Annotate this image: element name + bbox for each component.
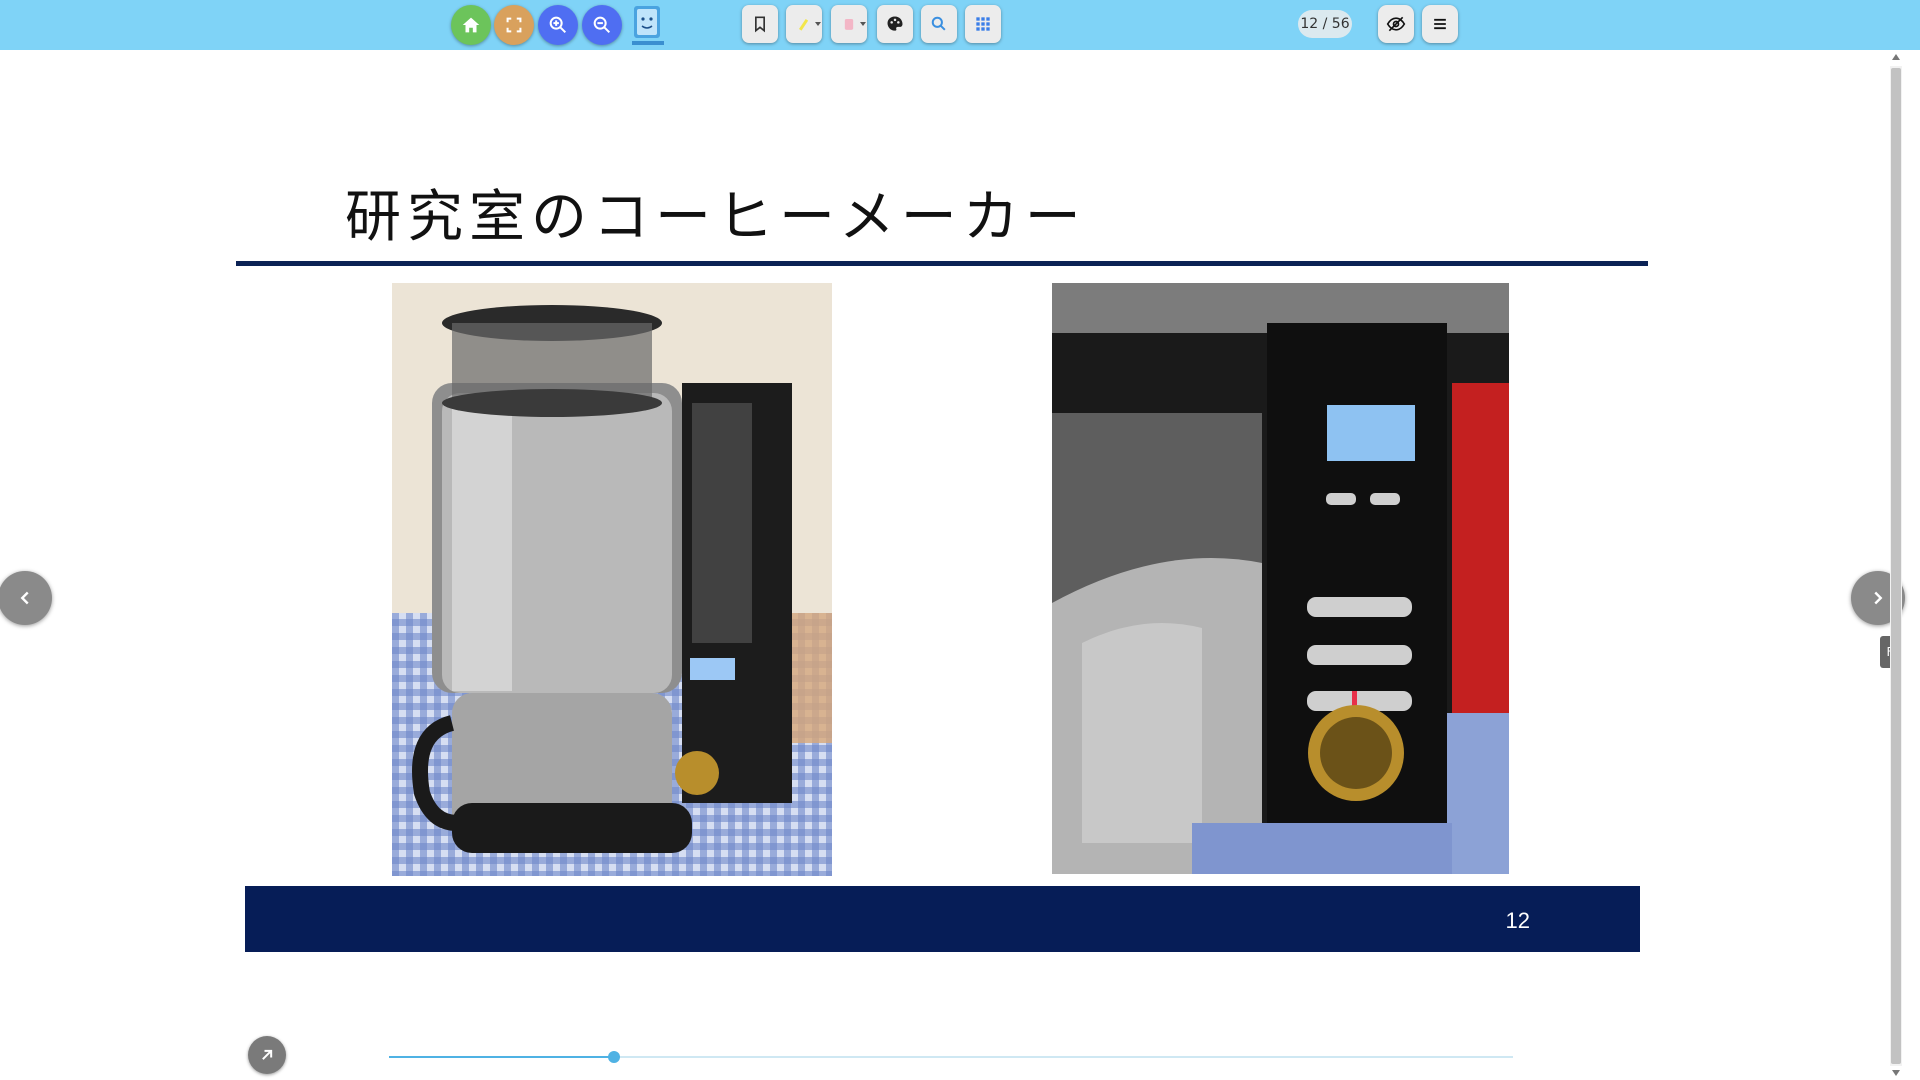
control-panel-photo-right	[1052, 283, 1509, 874]
zoom-in-icon	[549, 16, 567, 34]
eraser-button[interactable]	[831, 5, 867, 43]
home-button[interactable]	[451, 5, 491, 45]
zoom-out-button[interactable]	[582, 5, 622, 45]
title-underline	[236, 261, 1648, 266]
fullscreen-icon	[506, 17, 522, 33]
highlighter-dropdown-icon[interactable]	[815, 22, 821, 26]
hamburger-menu-icon	[1434, 18, 1446, 30]
slide-title: 研究室のコーヒーメーカー	[345, 185, 1087, 250]
scroll-thumb[interactable]	[1891, 68, 1901, 1064]
eraser-dropdown-icon[interactable]	[860, 22, 866, 26]
vertical-scrollbar[interactable]	[1888, 50, 1904, 1080]
zoom-out-icon	[593, 16, 611, 34]
hide-toolbar-button[interactable]	[1378, 5, 1414, 43]
menu-button[interactable]	[1422, 5, 1458, 43]
home-icon	[462, 17, 480, 33]
eraser-icon	[844, 19, 854, 30]
arrow-up-right-icon	[262, 1049, 273, 1060]
slide-page-number: 12	[1505, 908, 1530, 933]
slide-footer-band: 12	[245, 886, 1640, 952]
eye-off-icon	[1386, 16, 1406, 32]
page-progress-slider[interactable]	[389, 1049, 1513, 1065]
bookmark-button[interactable]	[742, 5, 778, 43]
grid-icon	[976, 17, 990, 31]
scroll-up-icon[interactable]	[1892, 54, 1900, 60]
zoom-in-button[interactable]	[538, 5, 578, 45]
highlighter-button[interactable]	[786, 5, 822, 43]
chevron-right-icon	[1874, 591, 1883, 605]
share-button[interactable]	[248, 1036, 286, 1074]
coffee-maker-photo-left	[392, 283, 832, 876]
bookmark-icon	[755, 16, 765, 33]
progress-knob[interactable]	[607, 1051, 620, 1063]
palette-button[interactable]	[877, 5, 913, 43]
highlighter-icon	[799, 19, 809, 31]
thumbnail-grid-button[interactable]	[965, 5, 1001, 43]
page-counter[interactable]: 12 / 56	[1298, 10, 1352, 38]
search-button[interactable]	[921, 5, 957, 43]
book-logo-icon	[632, 6, 664, 45]
scroll-down-icon[interactable]	[1892, 1070, 1900, 1076]
progress-fill	[389, 1056, 614, 1058]
previous-page-button[interactable]	[0, 571, 52, 625]
search-icon	[931, 16, 946, 31]
top-toolbar: 12 / 56	[0, 0, 1920, 50]
chevron-left-icon	[20, 591, 29, 605]
fullscreen-button[interactable]	[494, 5, 534, 45]
palette-icon	[887, 16, 903, 31]
app-logo[interactable]	[630, 3, 666, 47]
